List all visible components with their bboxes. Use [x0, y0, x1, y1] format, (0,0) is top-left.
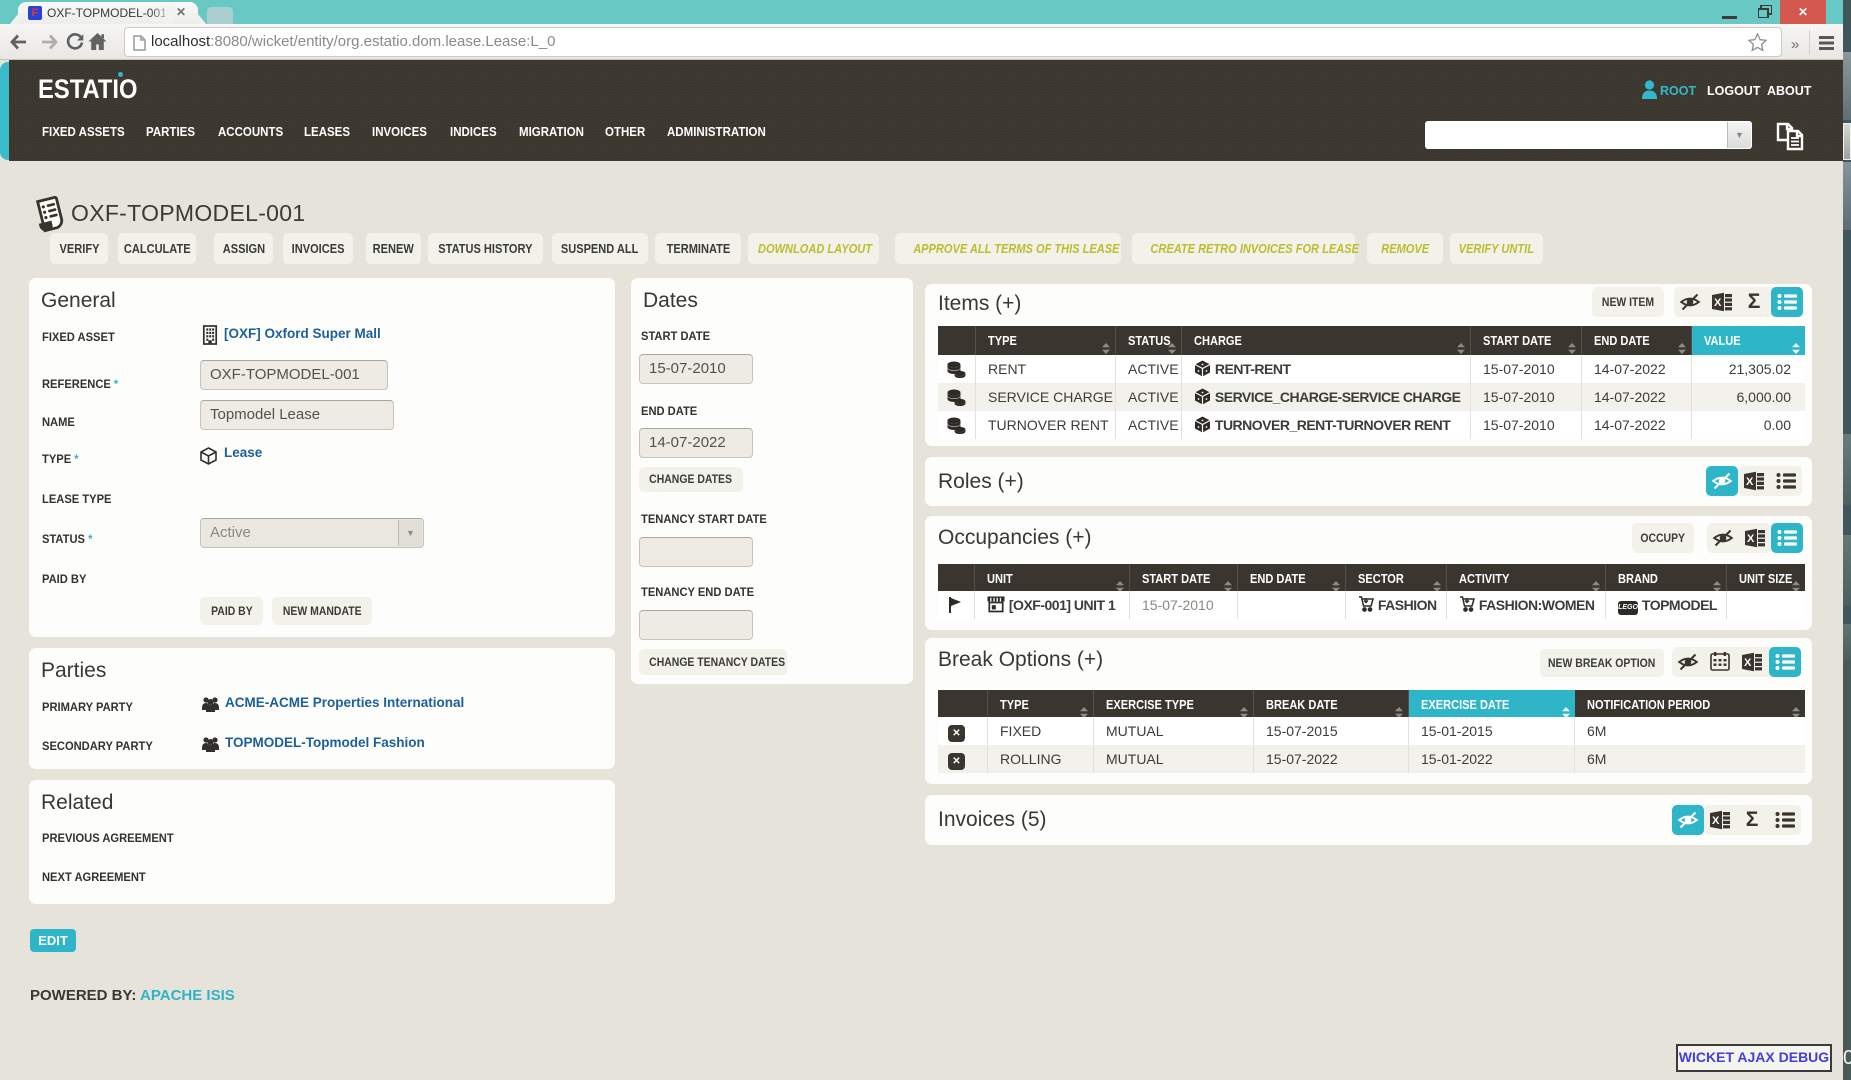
svg-text:X: X [1747, 533, 1755, 545]
svg-text:X: X [1744, 657, 1752, 669]
svg-text:X: X [1714, 297, 1722, 309]
svg-text:X: X [1746, 476, 1754, 488]
svg-text:X: X [1712, 815, 1720, 827]
